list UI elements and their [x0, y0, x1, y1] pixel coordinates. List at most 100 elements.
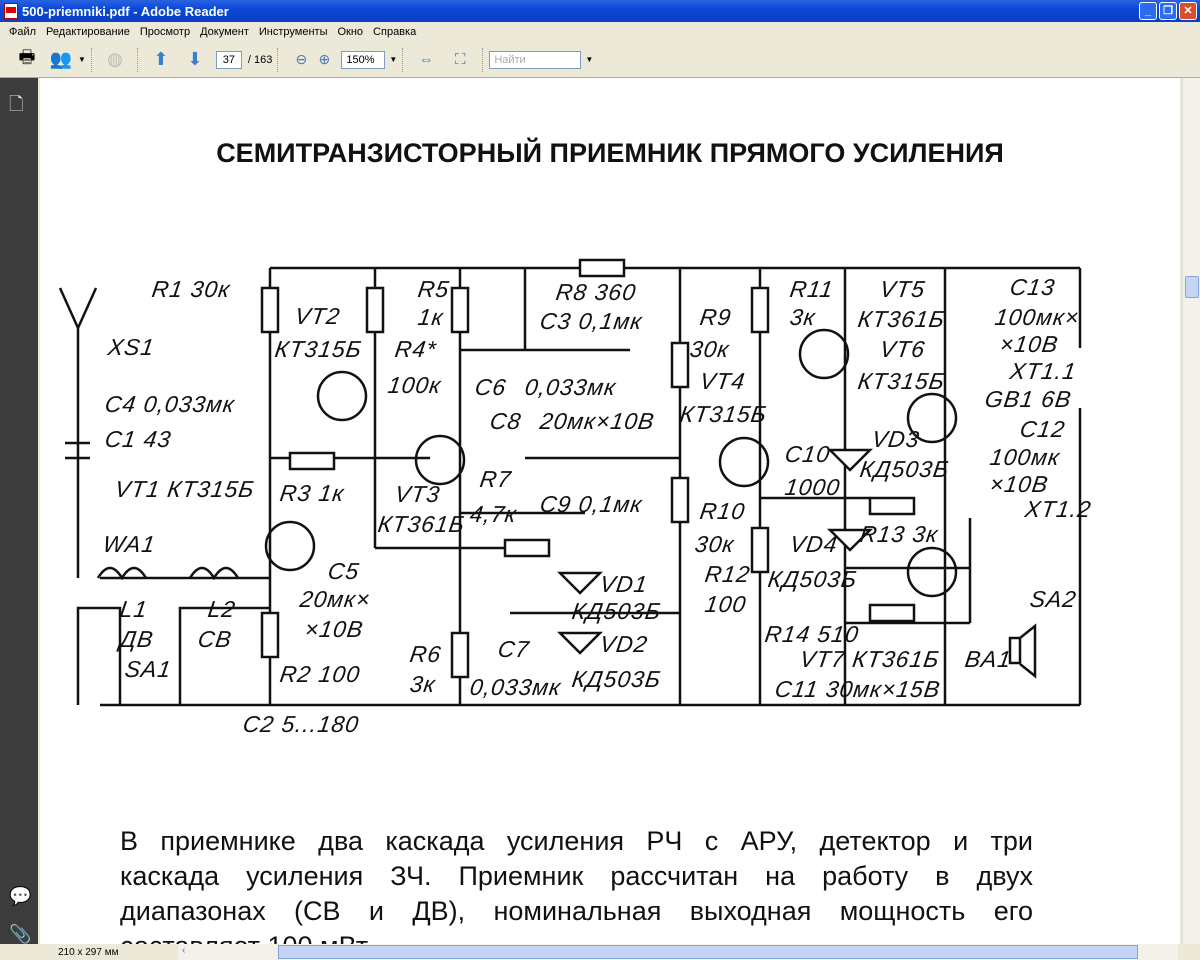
label-r12-value: 100: [703, 591, 749, 617]
menu-edit[interactable]: Редактирование: [41, 26, 135, 38]
label-vt6-type: КТ315Б: [856, 368, 947, 394]
label-vt2: VT2: [293, 303, 343, 329]
label-r6-value: 3к: [408, 671, 438, 697]
pages-icon[interactable]: 🗋: [9, 92, 23, 122]
menu-view[interactable]: Просмотр: [135, 26, 195, 38]
web-icon[interactable]: ◍: [103, 48, 127, 72]
label-c10: C10: [783, 441, 833, 467]
find-dropdown-icon[interactable]: ▼: [585, 55, 593, 64]
find-input[interactable]: Найти: [489, 50, 582, 69]
comments-icon[interactable]: 💬: [9, 886, 31, 907]
label-c12: C12: [1018, 416, 1068, 442]
zoom-input[interactable]: 150%: [341, 50, 386, 69]
body-line: каскада усиления ЗЧ. Приемник рассчитан …: [120, 861, 1033, 891]
collaborate-icon[interactable]: 👥: [49, 48, 73, 72]
label-vd1: VD1: [598, 571, 650, 597]
menu-bar: Файл Редактирование Просмотр Документ Ин…: [0, 22, 1200, 42]
previous-page-button[interactable]: ⬆: [149, 48, 173, 72]
body-line: диапазонах (СВ и ДВ), номинальная выходн…: [120, 896, 1033, 926]
label-r10: R10: [698, 498, 748, 524]
label-vt4: VT4: [698, 368, 748, 394]
menu-file[interactable]: Файл: [4, 26, 41, 38]
toolbar: 🖶 👥 ▼ ◍ ⬆ ⬇ 37 / 163 ⊖ ⊕ 150% ▼ ⇔ ⛶ Найти ▼: [0, 42, 1200, 78]
maximize-button[interactable]: ❐: [1159, 2, 1177, 20]
close-button[interactable]: ✕: [1179, 2, 1197, 20]
label-vt7: VT7 КТ361Б: [798, 646, 942, 672]
horizontal-scrollbar[interactable]: ‹: [178, 944, 1178, 960]
label-l1-band: ДВ: [118, 626, 156, 652]
label-c7-value: 0,033мк: [468, 674, 564, 700]
body-line: В приемнике два каскада усиления РЧ с АР…: [120, 826, 1033, 856]
menu-document[interactable]: Документ: [195, 26, 254, 38]
label-c13: C13: [1008, 274, 1058, 300]
label-wa1: WA1: [101, 531, 158, 557]
zoom-in-button[interactable]: ⊕: [312, 48, 336, 72]
label-l2-band: СВ: [196, 626, 234, 652]
print-icon[interactable]: 🖶: [15, 47, 39, 72]
label-vt5: VT5: [878, 276, 928, 302]
label-ba1: BA1: [963, 646, 1014, 672]
navigation-sidebar: 🗋 💬 📎: [0, 78, 38, 944]
page-number-input[interactable]: 37: [215, 50, 242, 69]
menu-tools[interactable]: Инструменты: [254, 26, 333, 38]
label-vt2-type: КТ315Б: [273, 336, 364, 362]
label-l2: L2: [206, 596, 238, 622]
status-bar: 210 x 297 мм ‹: [38, 944, 1200, 960]
label-sa2: SA2: [1028, 586, 1079, 612]
attachments-icon[interactable]: 📎: [9, 924, 31, 945]
label-r7-value: 4,7к: [468, 501, 519, 527]
vertical-scroll-thumb[interactable]: [1185, 276, 1199, 298]
label-vt1: VT1 КТ315Б: [113, 476, 257, 502]
label-vd1-type: КД503Б: [570, 598, 664, 624]
zoom-out-button[interactable]: ⊖: [289, 48, 313, 72]
label-vt4-type: КТ315Б: [678, 401, 769, 427]
fit-width-icon[interactable]: ⇔: [414, 48, 438, 72]
menu-window[interactable]: Окно: [332, 26, 368, 38]
label-c12-value: 100мк: [988, 444, 1062, 470]
label-vd4-type: КД503Б: [766, 566, 860, 592]
label-gb1: GB1 6В: [983, 386, 1074, 412]
label-c11: C11 30мк×15В: [773, 676, 943, 702]
label-xt12: XT1.2: [1023, 496, 1094, 522]
label-vt3: VT3: [393, 481, 443, 507]
label-r4: R4*: [393, 336, 439, 362]
next-page-button[interactable]: ⬇: [183, 48, 207, 72]
zoom-dropdown-icon[interactable]: ▼: [389, 55, 397, 64]
label-r14: R14 510: [763, 621, 861, 647]
label-r9: R9: [698, 304, 734, 330]
menu-help[interactable]: Справка: [368, 26, 421, 38]
label-c8-value: 20мк×10В: [538, 408, 657, 434]
fit-page-icon[interactable]: ⛶: [448, 48, 472, 72]
vertical-scrollbar[interactable]: [1182, 78, 1200, 944]
body-line: составляет 100 мВт.: [120, 929, 1033, 944]
label-vd4: VD4: [788, 531, 840, 557]
title-bar: 500-priemniki.pdf - Adobe Reader _ ❐ ✕: [0, 0, 1200, 22]
label-r13: R13 3к: [858, 521, 941, 547]
label-c5-voltage: ×10В: [303, 616, 366, 642]
label-r9-value: 30к: [688, 336, 732, 362]
label-r6: R6: [408, 641, 444, 667]
label-vt5-type: КТ361Б: [856, 306, 947, 332]
label-c5-value: 20мк×: [298, 586, 373, 612]
minimize-button[interactable]: _: [1139, 2, 1157, 20]
label-r5-value: 1к: [416, 304, 446, 330]
label-r4-value: 100к: [386, 372, 444, 398]
label-l1: L1: [118, 596, 150, 622]
label-c7: C7: [496, 636, 532, 662]
label-vd2: VD2: [598, 631, 650, 657]
label-vd3-type: КД503Б: [858, 456, 952, 482]
horizontal-scroll-thumb[interactable]: [278, 945, 1138, 959]
body-paragraph: В приемнике два каскада усиления РЧ с АР…: [120, 824, 1033, 944]
label-r10-value: 30к: [693, 531, 737, 557]
label-sa1: SA1: [123, 656, 174, 682]
label-xt11: XT1.1: [1008, 358, 1079, 384]
scroll-left-icon[interactable]: ‹: [182, 945, 185, 956]
label-c12-voltage: ×10В: [988, 471, 1051, 497]
document-page: СЕМИТРАНЗИСТОРНЫЙ ПРИЕМНИК ПРЯМОГО УСИЛЕ…: [40, 78, 1180, 944]
label-r2: R2 100: [278, 661, 363, 687]
label-c9: C9 0,1мк: [538, 491, 645, 517]
label-vt3-type: КТ361Б: [376, 511, 467, 537]
label-c6: C6: [473, 374, 509, 400]
pdf-icon: [4, 3, 18, 19]
label-c3: C3 0,1мк: [538, 308, 645, 334]
